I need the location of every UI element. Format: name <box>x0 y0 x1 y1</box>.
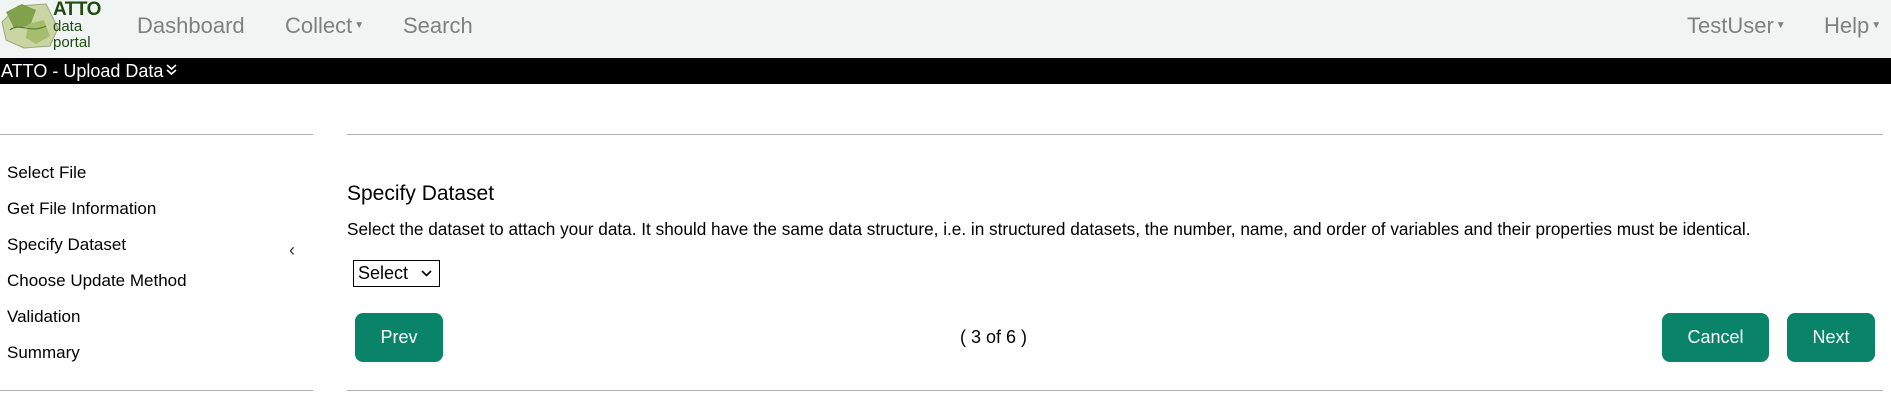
caret-down-icon: ▼ <box>354 20 365 32</box>
nav-user-dropdown[interactable]: TestUser ▼ <box>1687 13 1786 40</box>
sidebar-top-divider <box>0 134 313 135</box>
double-chevron-down-icon <box>166 64 177 76</box>
step-label: Get File Information <box>7 199 157 218</box>
nav-search-label: Search <box>403 13 473 38</box>
atto-logo[interactable]: ATTO data portal <box>0 0 105 54</box>
step-get-file-information[interactable]: Get File Information <box>7 198 156 220</box>
section-description: Select the dataset to attach your data. … <box>347 219 1751 239</box>
map-logo-icon <box>1 3 59 49</box>
chevron-left-icon: ‹ <box>289 240 295 260</box>
nav-collect-label: Collect <box>285 13 353 38</box>
nav-help-dropdown[interactable]: Help ▼ <box>1824 13 1881 40</box>
main-top-divider <box>347 134 1883 135</box>
step-select-file[interactable]: Select File <box>7 162 86 184</box>
step-label: Specify Dataset <box>7 235 127 254</box>
logo-subtitle-line2: portal <box>53 34 91 51</box>
nav-dashboard-label: Dashboard <box>137 13 245 38</box>
step-choose-update-method[interactable]: Choose Update Method <box>7 270 187 292</box>
caret-down-icon: ▼ <box>1871 20 1882 32</box>
logo-subtitle-line1: data <box>53 18 83 35</box>
cancel-button[interactable]: Cancel <box>1662 313 1769 362</box>
step-summary[interactable]: Summary <box>7 342 80 364</box>
page-title: ATTO - Upload Data <box>1 61 164 81</box>
step-specify-dataset[interactable]: Specify Dataset <box>7 234 126 256</box>
caret-down-icon: ▼ <box>1775 20 1786 32</box>
page-title-bar[interactable]: ATTO - Upload Data <box>0 58 1891 84</box>
step-label: Choose Update Method <box>7 271 187 290</box>
main-bottom-divider <box>347 390 1883 391</box>
prev-button-label: Prev <box>380 327 418 347</box>
nav-collect-dropdown[interactable]: Collect ▼ <box>285 13 364 40</box>
prev-button[interactable]: Prev <box>355 313 443 362</box>
step-validation[interactable]: Validation <box>7 306 80 328</box>
nav-user-label: TestUser <box>1687 13 1774 38</box>
step-label: Select File <box>7 163 87 182</box>
step-label: Summary <box>7 343 80 362</box>
next-button[interactable]: Next <box>1787 313 1875 362</box>
step-counter: ( 3 of 6 ) <box>960 327 1028 347</box>
next-button-label: Next <box>1812 327 1850 347</box>
sidebar-bottom-divider <box>0 390 313 391</box>
top-navbar: ATTO data portal Dashboard Collect ▼ Sear… <box>0 0 1891 58</box>
chevron-down-icon <box>421 270 432 277</box>
logo-title: ATTO <box>53 0 101 20</box>
step-label: Validation <box>7 307 81 326</box>
cancel-button-label: Cancel <box>1687 327 1744 347</box>
nav-help-label: Help <box>1824 13 1870 38</box>
dataset-select-value: Select <box>358 263 409 283</box>
nav-dashboard[interactable]: Dashboard <box>137 13 245 39</box>
nav-search[interactable]: Search <box>403 13 473 39</box>
dataset-select[interactable]: Select <box>353 260 440 287</box>
section-heading: Specify Dataset <box>347 182 495 205</box>
